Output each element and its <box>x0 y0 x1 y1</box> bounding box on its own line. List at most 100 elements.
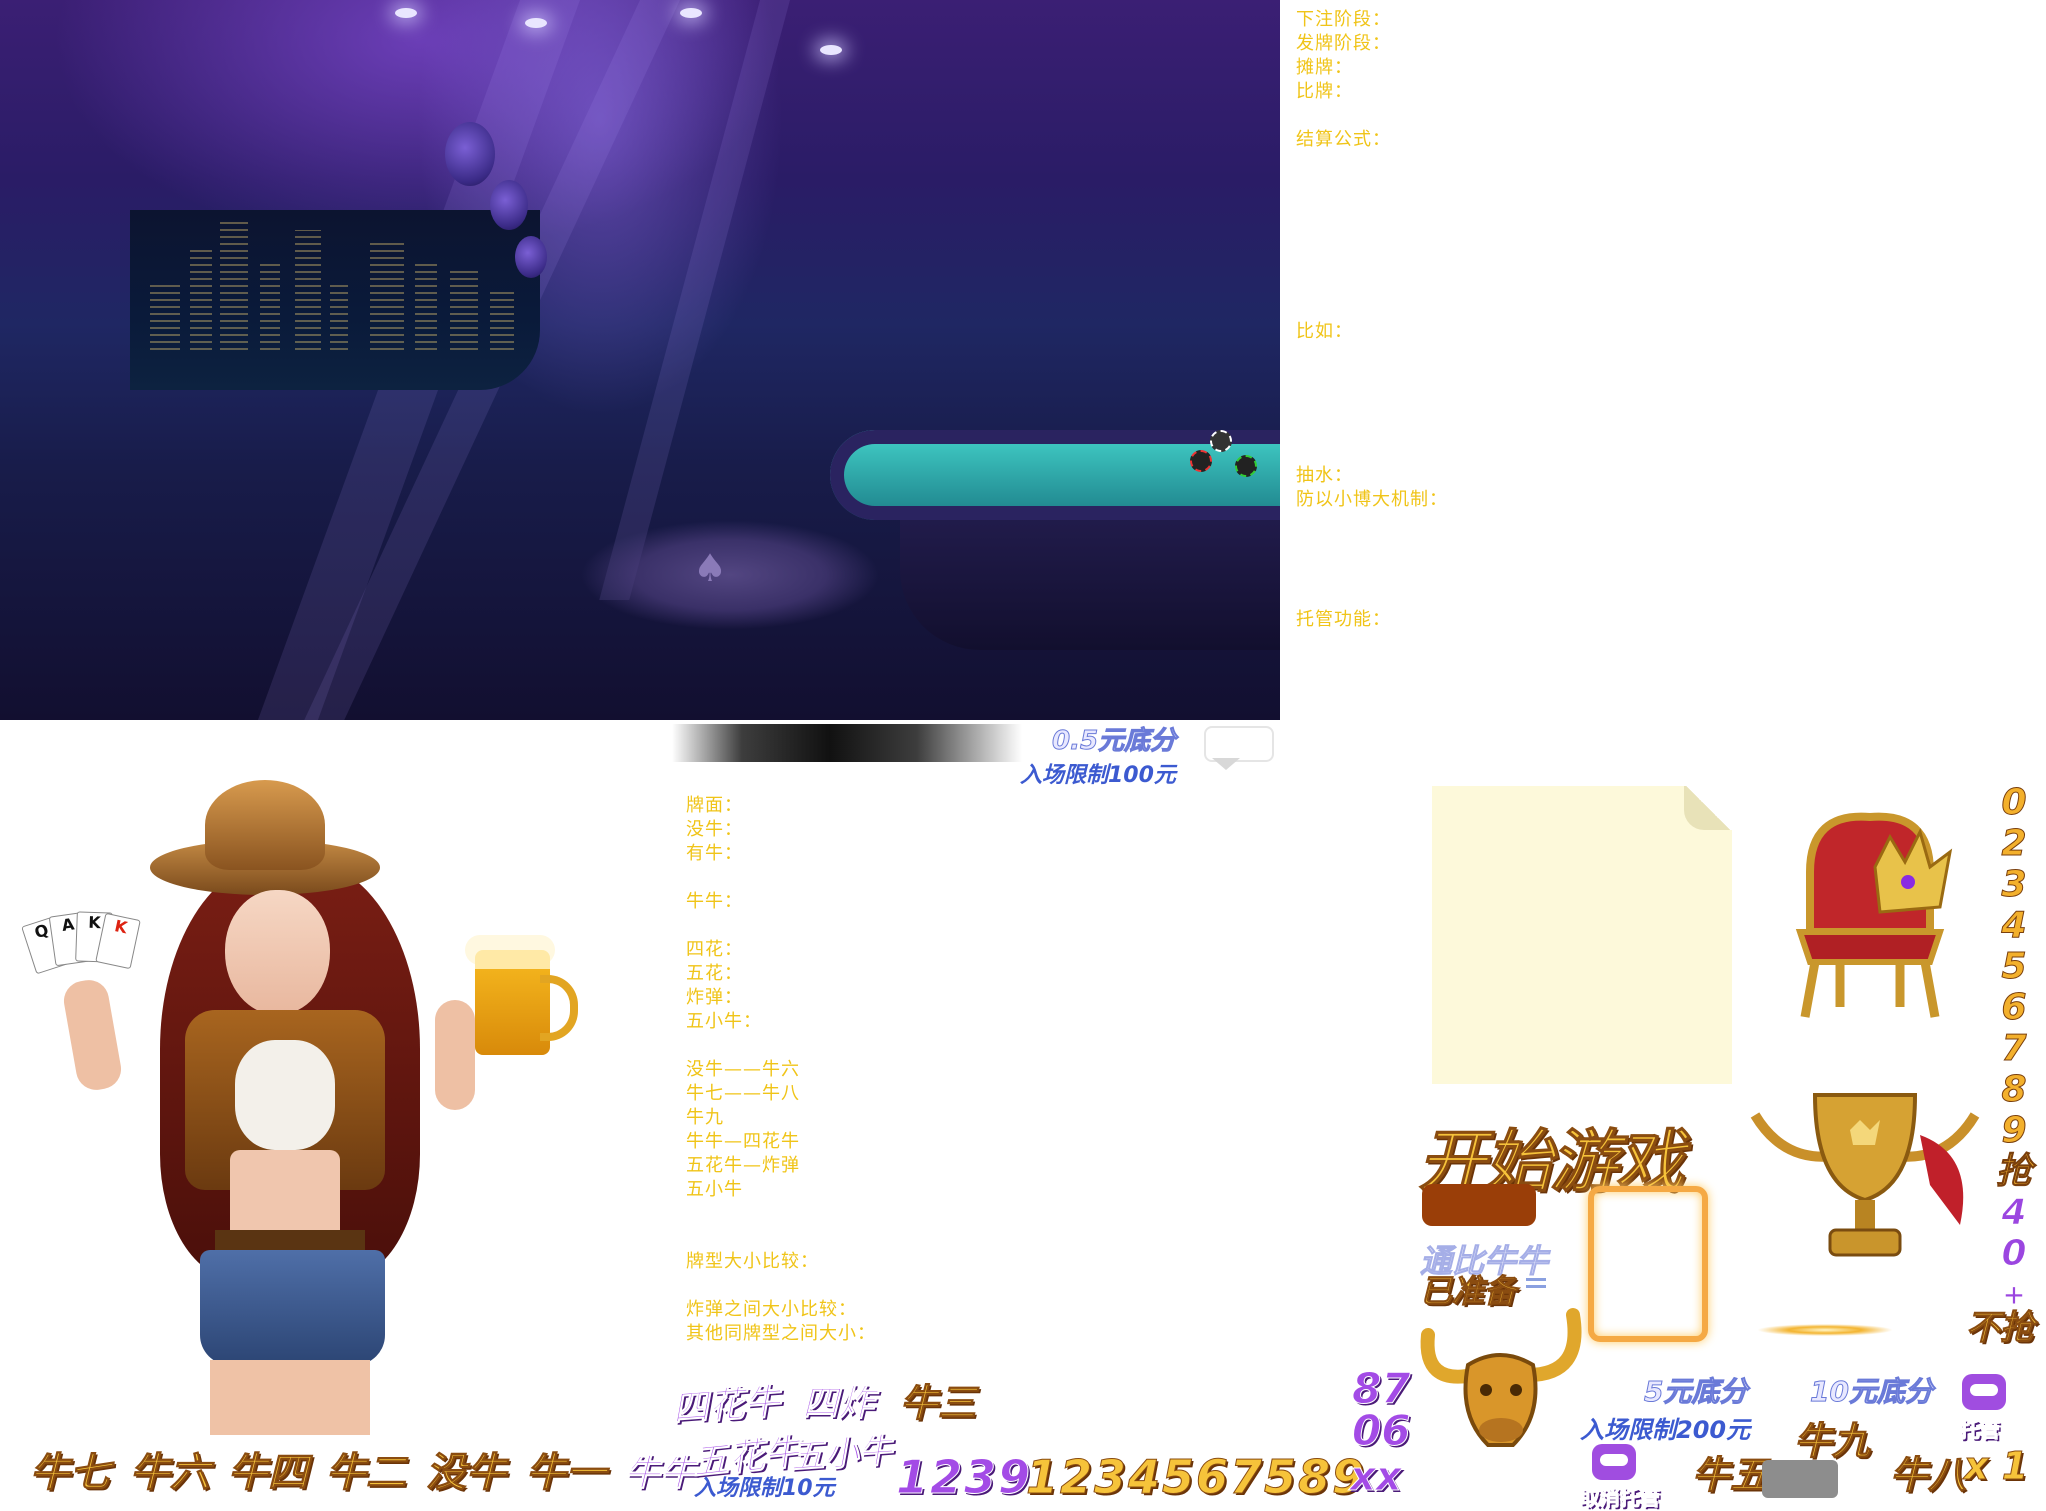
rule-anti-small-big: 防以小博大机制： <box>1296 489 1448 510</box>
hand-niu1: 牛一 <box>526 1450 607 1497</box>
card-rule-line: 五小牛： <box>686 1011 762 1032</box>
ceiling-light <box>525 18 547 28</box>
card-rule-line: 炸弹： <box>686 987 743 1008</box>
ceiling-light <box>395 8 417 18</box>
rule-settle-formula: 结算公式： <box>1296 129 1391 150</box>
side-digits: 0 2 3 4 5 6 7 8 9 抢 4 0 + <box>1994 782 2034 1315</box>
card-rule-line: 五小牛 <box>686 1179 743 1200</box>
hand-meiniu: 没牛 <box>426 1450 507 1497</box>
beer-mug-handle <box>540 975 578 1041</box>
number-seq-gold: 1234567589 <box>1025 1450 1367 1505</box>
digit: 6 <box>2001 987 2027 1029</box>
hand-niu9: 牛九 <box>1793 1419 1871 1464</box>
spade-icon: ♠ <box>692 546 728 590</box>
chat-bubble <box>1204 726 1274 762</box>
auto-play-label[interactable]: 托管 <box>1960 1414 2001 1443</box>
digit: 3 <box>2001 864 2027 906</box>
beer-mug <box>475 950 550 1055</box>
card-rule-line: 有牛： <box>686 843 743 864</box>
card-rule-line: 其他同牌型之间大小： <box>686 1323 876 1344</box>
robot-icon[interactable] <box>1962 1374 2006 1410</box>
throne-icon <box>1795 812 1953 1018</box>
cancel-auto-label[interactable]: 取消托管 <box>1580 1482 1661 1511</box>
ceiling-light <box>820 45 842 55</box>
multiplier-x1: x 1 <box>1963 1444 2029 1489</box>
chip-icon <box>1235 455 1257 477</box>
hand-niu4: 牛四 <box>228 1450 309 1497</box>
notice-paper <box>1432 786 1732 1084</box>
casino-background: ♠ <box>0 0 1280 720</box>
character-top <box>235 1040 335 1150</box>
robot-icon[interactable] <box>1592 1444 1636 1480</box>
room-limit-10: 入场限制10元 <box>694 1476 835 1501</box>
grey-button[interactable] <box>1762 1460 1838 1498</box>
chip-icon <box>1210 430 1232 452</box>
card-rule-line: 四花： <box>686 939 743 960</box>
brown-button[interactable] <box>1422 1184 1536 1226</box>
hand-sihua: 四花牛 <box>670 1381 782 1430</box>
bull-head-icon <box>1420 1308 1582 1447</box>
card-rule-line: 炸弹之间大小比较： <box>686 1299 857 1320</box>
porthole <box>445 122 495 186</box>
sparkle-effect <box>1735 1310 1915 1350</box>
rule-example: 比如： <box>1296 321 1353 342</box>
digit: 9 <box>2001 1110 2027 1152</box>
rule-auto-play: 托管功能： <box>1296 609 1391 630</box>
card-rule-line: 牌面： <box>686 795 743 816</box>
digit: 7 <box>2001 1028 2027 1070</box>
room-base-5: 5元底分 <box>1643 1375 1748 1409</box>
number-seq-purple: 1239 <box>895 1450 1033 1505</box>
rule-bet-phase: 下注阶段： <box>1296 9 1391 30</box>
porthole <box>490 180 528 230</box>
chat-bubble-tail <box>1212 758 1240 770</box>
gradient-bar <box>672 724 1022 762</box>
room-base-10: 10元底分 <box>1810 1375 1934 1409</box>
character-face <box>225 890 330 1015</box>
hand-niu3: 牛三 <box>899 1381 977 1426</box>
porthole <box>515 236 547 278</box>
no-grab-button[interactable]: 不抢 <box>1966 1300 2035 1349</box>
hand-sizha: 四炸 <box>801 1383 875 1425</box>
character-legs <box>210 1360 370 1435</box>
rule-compare: 比牌： <box>1296 81 1353 102</box>
card-frame <box>1588 1186 1708 1342</box>
digit: 5 <box>2001 946 2027 988</box>
poker-table-base <box>900 500 1280 650</box>
card-rule-line: 牌型大小比较： <box>686 1251 819 1272</box>
digit: 4 <box>2001 1192 2027 1234</box>
hand-niuniu: 牛牛 <box>623 1453 697 1495</box>
card-rule-line: 牛七——牛八 <box>686 1083 800 1104</box>
hand-niu7: 牛七 <box>30 1450 111 1497</box>
card-rule-line: 牛牛： <box>686 891 743 912</box>
paper-curl <box>1684 786 1732 830</box>
digit: 4 <box>2001 905 2027 947</box>
dealer-character: Q A K K <box>0 770 620 1470</box>
room-limit-100: 入场限制100元 <box>1020 763 1176 788</box>
room-base-05: 0.5元底分 <box>1051 726 1177 757</box>
hand-niu8: 牛八 <box>1889 1453 1967 1498</box>
digit: 8 <box>2001 1069 2027 1111</box>
card-rule-line: 牛九 <box>686 1107 724 1128</box>
character-shorts <box>200 1250 385 1365</box>
ceiling-light <box>680 8 702 18</box>
card-rule-line: 牛牛—四花牛 <box>686 1131 800 1152</box>
character-belt <box>215 1230 365 1252</box>
character-arm <box>435 1000 475 1110</box>
trophy-icon <box>1750 1093 1980 1257</box>
card-rule-line: 五花： <box>686 963 743 984</box>
card-rule-line: 没牛： <box>686 819 743 840</box>
character-body <box>230 1150 340 1240</box>
character-hat <box>205 780 325 870</box>
rule-rake: 抽水： <box>1296 465 1353 486</box>
multiplier-xx: xx <box>1350 1454 1403 1501</box>
chip-icon <box>1190 450 1212 472</box>
rule-show-cards: 摊牌： <box>1296 57 1353 78</box>
character-arm <box>60 976 125 1094</box>
grab-label: 抢 <box>1995 1151 2032 1193</box>
card-rule-line: 没牛——牛六 <box>686 1059 800 1080</box>
hand-niu6: 牛六 <box>130 1450 211 1497</box>
room-limit-200: 入场限制200元 <box>1580 1416 1751 1444</box>
digit: 0 <box>2001 1233 2027 1275</box>
digit: 0 <box>2001 782 2027 824</box>
rule-deal-phase: 发牌阶段： <box>1296 33 1391 54</box>
